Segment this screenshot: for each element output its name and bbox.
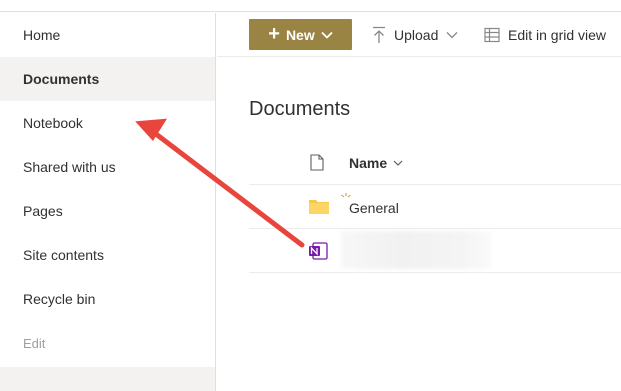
main-content: + New Upload Edit in grid view Documents… [217, 13, 621, 391]
nav-pages[interactable]: Pages [0, 189, 215, 233]
nav-notebook-label: Notebook [23, 115, 83, 131]
document-list: Name General [249, 141, 621, 273]
name-column-header[interactable]: Name [349, 155, 403, 171]
nav-home-label: Home [23, 27, 61, 43]
new-button[interactable]: + New [249, 19, 352, 50]
nav-documents-label: Documents [23, 71, 100, 87]
sidebar-bottom-band [0, 367, 215, 391]
upload-label: Upload [394, 26, 439, 43]
row-name-general[interactable]: General [349, 200, 399, 216]
left-navigation: Home Documents Notebook Shared with us P… [0, 13, 216, 391]
upload-icon [373, 26, 385, 43]
nav-shared-with-us-label: Shared with us [23, 159, 116, 175]
list-header-row: Name [249, 141, 621, 185]
nav-site-contents-label: Site contents [23, 247, 104, 263]
nav-documents[interactable]: Documents [0, 57, 215, 101]
table-row[interactable]: General [249, 185, 621, 229]
grid-icon [484, 27, 500, 42]
new-button-label: New [285, 26, 315, 43]
command-bar: + New Upload Edit in grid view [217, 13, 621, 57]
plus-icon: + [268, 22, 280, 45]
upload-button[interactable]: Upload [372, 19, 458, 50]
nav-pages-label: Pages [23, 203, 63, 219]
folder-icon [309, 200, 329, 214]
nav-recycle-bin[interactable]: Recycle bin [0, 277, 215, 321]
edit-in-grid-view-button[interactable]: Edit in grid view [484, 19, 606, 50]
nav-notebook[interactable]: Notebook [0, 101, 215, 145]
table-row[interactable] [249, 229, 621, 273]
nav-edit-label: Edit [23, 335, 46, 351]
chevron-down-icon [446, 31, 458, 38]
page-title: Documents [249, 98, 351, 120]
nav-shared-with-us[interactable]: Shared with us [0, 145, 215, 189]
name-column-label: Name [349, 155, 388, 171]
nav-home[interactable]: Home [0, 13, 215, 57]
edit-in-grid-view-label: Edit in grid view [508, 26, 607, 43]
onenote-icon [309, 242, 328, 260]
nav-recycle-bin-label: Recycle bin [23, 291, 96, 307]
blurred-file-name[interactable] [341, 231, 491, 269]
top-bar [0, 0, 621, 12]
nav-edit-link[interactable]: Edit [0, 321, 215, 365]
nav-site-contents[interactable]: Site contents [0, 233, 215, 277]
chevron-down-icon [321, 31, 333, 39]
chevron-down-icon [393, 160, 403, 166]
document-type-icon [310, 154, 324, 171]
